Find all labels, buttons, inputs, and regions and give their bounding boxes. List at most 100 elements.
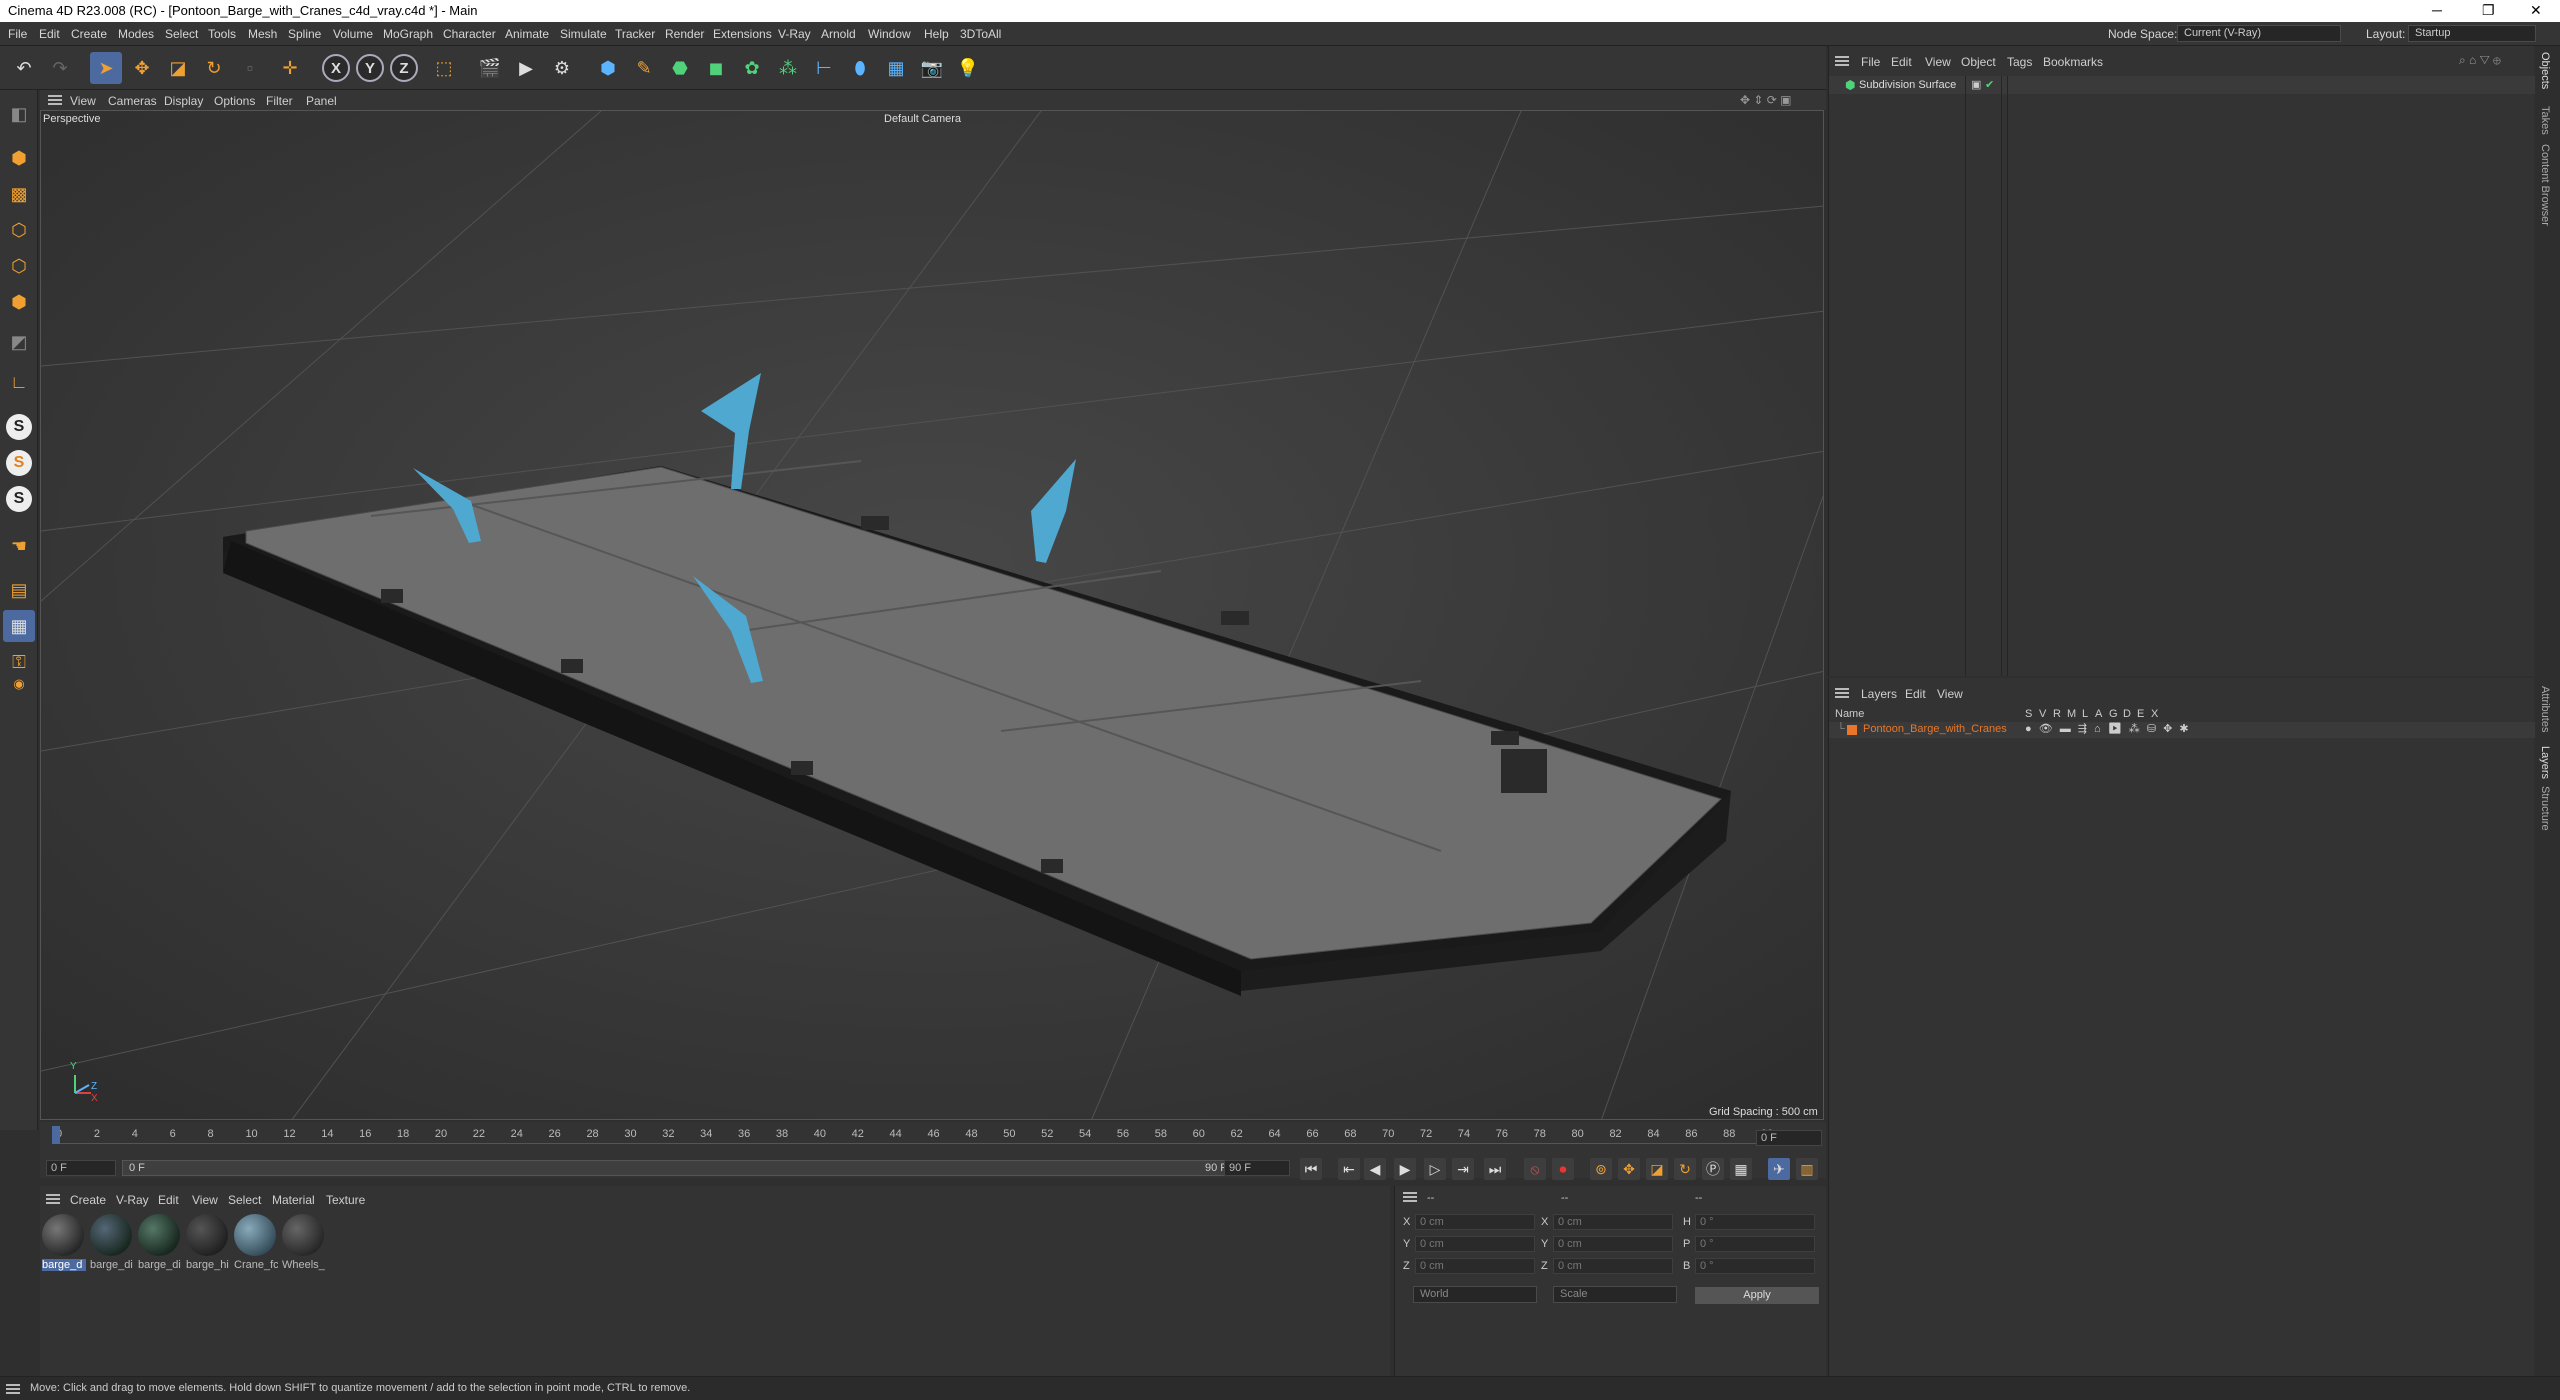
previous-frame-icon[interactable]: ◀: [1364, 1158, 1386, 1180]
layer-toggle-icons[interactable]: ● 👁 ▬ ⇶ ⌂ ▶ ⁂ ⛁ ✥ ✱: [2025, 722, 2191, 735]
next-frame-icon[interactable]: ▷: [1424, 1158, 1446, 1180]
size-x-field[interactable]: 0 cm: [1553, 1214, 1673, 1230]
light-icon[interactable]: 💡: [952, 52, 984, 84]
pen-spline-icon[interactable]: ✎: [628, 52, 660, 84]
end-frame-field[interactable]: 90 F: [1224, 1160, 1290, 1176]
maximize-button[interactable]: ❐: [2482, 2, 2495, 19]
menu-extensions[interactable]: Extensions: [713, 27, 772, 41]
solo-icon[interactable]: ◉: [3, 668, 35, 700]
snap-settings-icon[interactable]: S: [6, 450, 32, 476]
key-position-icon[interactable]: ✥: [1618, 1158, 1640, 1180]
extrude-icon[interactable]: ◼: [700, 52, 732, 84]
render-region-icon[interactable]: 🎬: [474, 52, 506, 84]
tab-takes[interactable]: Takes: [2539, 106, 2551, 135]
menu-select[interactable]: Select: [165, 27, 198, 41]
coordinate-system-icon[interactable]: ⬚: [428, 52, 460, 84]
right-frame-field[interactable]: 0 F: [1756, 1130, 1822, 1146]
edges-mode-icon[interactable]: ⬡: [3, 250, 35, 282]
undo-icon[interactable]: ↶: [8, 52, 40, 84]
material-menu-vray[interactable]: V-Ray: [116, 1193, 149, 1207]
timeline-ruler[interactable]: 0246810121416182022242628303234363840424…: [52, 1128, 1797, 1144]
menu-animate[interactable]: Animate: [505, 27, 549, 41]
object-menu-icon[interactable]: [1835, 56, 1849, 66]
deformer-icon[interactable]: ⊢: [808, 52, 840, 84]
minimize-button[interactable]: ─: [2432, 2, 2442, 18]
menu-arnold[interactable]: Arnold: [821, 27, 856, 41]
tab-layers[interactable]: Layers: [2539, 746, 2551, 779]
perspective-viewport[interactable]: Perspective Default Camera Grid Spacing …: [40, 110, 1824, 1120]
viewport-menu-options[interactable]: Options: [214, 94, 255, 108]
next-key-icon[interactable]: ⇥: [1452, 1158, 1474, 1180]
workplane-snap-icon[interactable]: S: [6, 486, 32, 512]
key-rotation-icon[interactable]: ↻: [1674, 1158, 1696, 1180]
menu-volume[interactable]: Volume: [333, 27, 373, 41]
make-editable-icon[interactable]: ◧: [3, 98, 35, 130]
viewport-menu-cameras[interactable]: Cameras: [108, 94, 157, 108]
status-menu-icon[interactable]: [6, 1384, 20, 1394]
object-menu-view[interactable]: View: [1925, 55, 1951, 69]
menu-tools[interactable]: Tools: [208, 27, 236, 41]
apply-button[interactable]: Apply: [1695, 1287, 1819, 1304]
floor-icon[interactable]: ▦: [880, 52, 912, 84]
pos-x-field[interactable]: 0 cm: [1415, 1214, 1535, 1230]
layer-menu-edit[interactable]: Edit: [1905, 687, 1926, 701]
points-mode-icon[interactable]: ⬡: [3, 214, 35, 246]
menu-mograph[interactable]: MoGraph: [383, 27, 433, 41]
layer-row[interactable]: └ Pontoon_Barge_with_Cranes ● 👁 ▬ ⇶ ⌂ ▶ …: [1829, 722, 2535, 738]
layer-color-swatch[interactable]: [1847, 725, 1857, 735]
node-space-select[interactable]: Current (V-Ray): [2177, 25, 2341, 42]
viewport-menu-display[interactable]: Display: [164, 94, 203, 108]
viewport-navigation-icons[interactable]: ✥ ⇕ ⟳ ▣: [1740, 93, 1792, 107]
recent-tool-icon[interactable]: ▫: [234, 52, 266, 84]
tab-attributes[interactable]: Attributes: [2539, 686, 2551, 732]
timeline-layout-icon[interactable]: ▥: [1796, 1158, 1818, 1180]
current-frame-field[interactable]: 0 F: [46, 1160, 116, 1176]
coordinates-menu-icon[interactable]: [1403, 1192, 1417, 1202]
layer-menu-icon[interactable]: [1835, 688, 1849, 698]
material-menu-select[interactable]: Select: [228, 1193, 261, 1207]
play-icon[interactable]: ▶: [1394, 1158, 1416, 1180]
size-mode-select[interactable]: Scale: [1553, 1286, 1677, 1303]
object-menu-bookmarks[interactable]: Bookmarks: [2043, 55, 2103, 69]
field-icon[interactable]: ⬮: [844, 52, 876, 84]
axis-mode-icon[interactable]: ∟: [3, 366, 35, 398]
x-axis-lock-icon[interactable]: X: [322, 54, 350, 82]
cloner-icon[interactable]: ✿: [736, 52, 768, 84]
material-swatch[interactable]: barge_d: [42, 1214, 86, 1276]
material-menu-material[interactable]: Material: [272, 1193, 315, 1207]
workplane-icon[interactable]: ▤: [3, 574, 35, 606]
object-menu-edit[interactable]: Edit: [1891, 55, 1912, 69]
object-menu-object[interactable]: Object: [1961, 55, 1996, 69]
menu-simulate[interactable]: Simulate: [560, 27, 607, 41]
material-swatch[interactable]: barge_di: [90, 1214, 134, 1276]
rot-h-field[interactable]: 0 °: [1695, 1214, 1815, 1230]
go-to-end-icon[interactable]: ⏭: [1484, 1158, 1506, 1180]
material-menu-edit[interactable]: Edit: [158, 1193, 179, 1207]
viewport-menu-view[interactable]: View: [70, 94, 96, 108]
material-swatch[interactable]: barge_hi: [186, 1214, 230, 1276]
tab-objects[interactable]: Objects: [2539, 52, 2551, 89]
material-menu-view[interactable]: View: [192, 1193, 218, 1207]
scale-tool-icon[interactable]: ◪: [162, 52, 194, 84]
frame-range-slider[interactable]: 0 F 90 F: [122, 1160, 1234, 1176]
render-settings-icon[interactable]: ⚙: [546, 52, 578, 84]
menu-spline[interactable]: Spline: [288, 27, 321, 41]
material-swatch[interactable]: Crane_fc: [234, 1214, 278, 1276]
object-name[interactable]: Subdivision Surface: [1859, 79, 1956, 91]
material-swatch[interactable]: Wheels_: [282, 1214, 326, 1276]
material-menu-create[interactable]: Create: [70, 1193, 106, 1207]
rot-b-field[interactable]: 0 °: [1695, 1258, 1815, 1274]
pos-y-field[interactable]: 0 cm: [1415, 1236, 1535, 1252]
rot-p-field[interactable]: 0 °: [1695, 1236, 1815, 1252]
menu-3dtoall[interactable]: 3DToAll: [960, 27, 1001, 41]
rotate-tool-icon[interactable]: ↻: [198, 52, 230, 84]
material-menu-texture[interactable]: Texture: [326, 1193, 365, 1207]
menu-character[interactable]: Character: [443, 27, 496, 41]
live-selection-icon[interactable]: ➤: [90, 52, 122, 84]
layer-name[interactable]: Pontoon_Barge_with_Cranes: [1863, 723, 2007, 735]
uv-mode-icon[interactable]: ◩: [3, 326, 35, 358]
timeline-playhead[interactable]: [52, 1126, 60, 1144]
viewport-camera-label[interactable]: Default Camera: [884, 113, 961, 125]
menu-window[interactable]: Window: [868, 27, 911, 41]
move-tool-icon[interactable]: ✥: [126, 52, 158, 84]
